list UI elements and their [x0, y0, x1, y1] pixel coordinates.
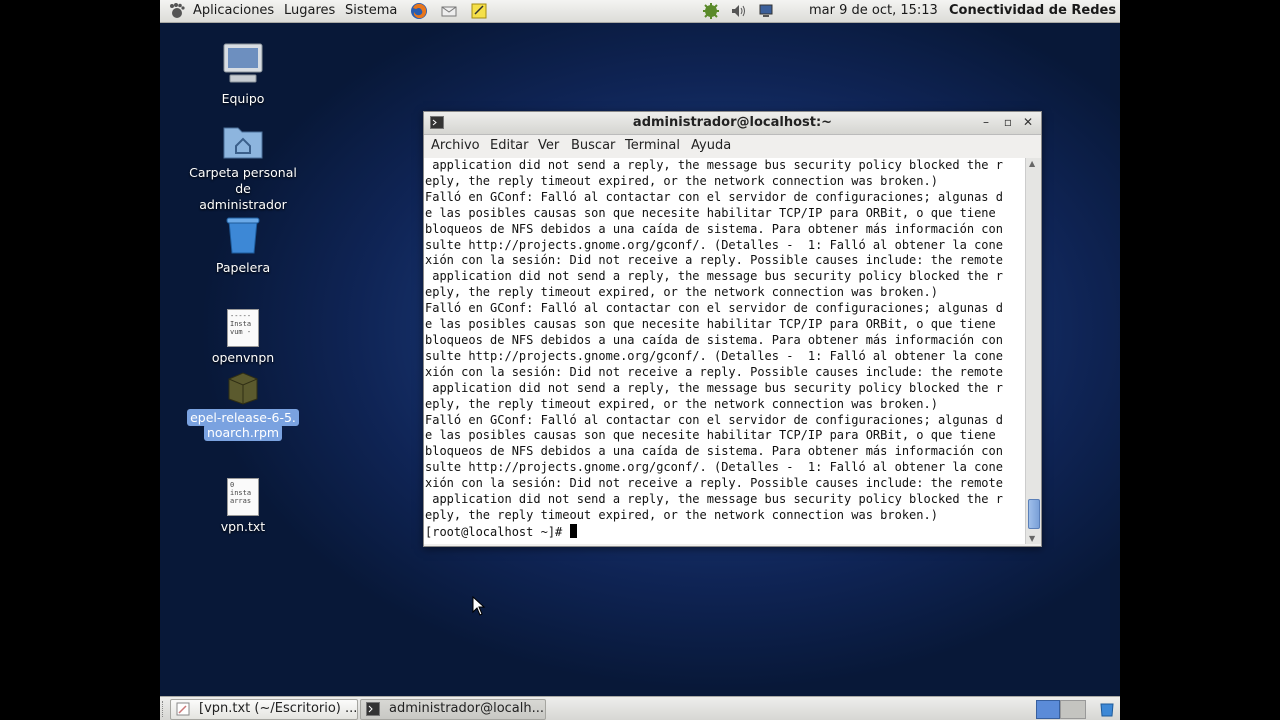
clock[interactable]: mar 9 de oct, 15:13: [809, 3, 938, 18]
scroll-down-icon[interactable]: ▼: [1029, 534, 1035, 543]
workspace-2[interactable]: [1060, 700, 1086, 719]
terminal-line: eply, the reply timeout expired, or the …: [425, 507, 938, 522]
maximize-icon[interactable]: ▫: [1001, 115, 1015, 129]
computer-icon: [223, 43, 263, 83]
menu-terminal[interactable]: Terminal: [625, 138, 680, 153]
close-icon[interactable]: ✕: [1021, 115, 1035, 129]
terminal-line: application did not send a reply, the me…: [425, 380, 1003, 395]
terminal-line: e las posibles causas son que necesite h…: [425, 428, 1003, 443]
desktop-icon-label: Papelera: [215, 260, 271, 275]
firefox-icon[interactable]: [410, 2, 428, 20]
bottom-panel: [vpn.txt (~/Escritorio) ... administrado…: [160, 696, 1120, 720]
top-panel: Aplicaciones Lugares Sistema mar 9 de oc…: [160, 0, 1120, 23]
menu-lugares[interactable]: Lugares: [284, 3, 335, 18]
menu-aplicaciones[interactable]: Aplicaciones: [193, 3, 274, 18]
terminal-line: xión con la sesión: Did not receive a re…: [425, 364, 1003, 379]
terminal-line: e las posibles causas son que necesite h…: [425, 205, 1003, 220]
terminal-output[interactable]: application did not send a reply, the me…: [424, 158, 1026, 544]
terminal-window[interactable]: administrador@localhost:~ – ▫ ✕ Archivo …: [423, 111, 1042, 547]
scroll-up-icon[interactable]: ▲: [1029, 159, 1035, 168]
prompt-text: [root@localhost ~]#: [425, 524, 570, 539]
home-folder-icon: [223, 127, 263, 159]
desktop-icon-label: vpn.txt: [220, 519, 266, 534]
desktop: Aplicaciones Lugares Sistema mar 9 de oc…: [160, 0, 1120, 720]
volume-icon[interactable]: [730, 2, 748, 20]
terminal-icon: [366, 702, 380, 716]
desktop-icon-label: administrador: [199, 197, 287, 212]
menu-ayuda[interactable]: Ayuda: [691, 138, 731, 153]
menu-archivo[interactable]: Archivo: [431, 138, 480, 153]
minimize-icon[interactable]: –: [979, 115, 993, 129]
desktop-icon-label: noarch.rpm: [203, 424, 283, 441]
cursor: [569, 523, 577, 538]
task-terminal[interactable]: administrador@localh...: [360, 699, 546, 720]
package-icon: [228, 372, 258, 405]
network-icon[interactable]: [758, 2, 776, 20]
terminal-titlebar[interactable]: administrador@localhost:~ – ▫ ✕: [424, 112, 1041, 135]
user-name[interactable]: Conectividad de Redes: [949, 3, 1116, 18]
menu-editar[interactable]: Editar: [490, 138, 529, 153]
notes-icon[interactable]: [470, 2, 488, 20]
terminal-line: eply, the reply timeout expired, or the …: [425, 285, 938, 300]
terminal-line: bloqueos de NFS debidos a una caída de s…: [425, 332, 1003, 347]
terminal-line: eply, the reply timeout expired, or the …: [425, 173, 938, 188]
terminal-line: bloqueos de NFS debidos a una caída de s…: [425, 221, 1003, 236]
text-file-icon: 0 insta arras: [227, 478, 259, 516]
workspace-1[interactable]: [1036, 700, 1060, 719]
desktop-icon-label: openvnpn: [211, 350, 275, 365]
terminal-line: sulte http://projects.gnome.org/gconf/. …: [425, 348, 1003, 363]
terminal-scrollbar[interactable]: ▲ ▼: [1025, 158, 1041, 544]
trash-icon: [226, 217, 260, 254]
terminal-line: e las posibles causas son que necesite h…: [425, 317, 1003, 332]
terminal-line: eply, the reply timeout expired, or the …: [425, 396, 938, 411]
terminal-line: Falló en GConf: Falló al contactar con e…: [425, 412, 1003, 427]
desktop-icon-equipo[interactable]: Equipo: [183, 42, 303, 107]
terminal-line: Falló en GConf: Falló al contactar con e…: [425, 301, 1003, 316]
terminal-line: bloqueos de NFS debidos a una caída de s…: [425, 444, 1003, 459]
desktop-icon-trash[interactable]: Papelera: [183, 213, 303, 276]
gnome-foot-icon: [170, 3, 185, 18]
terminal-line: xión con la sesión: Did not receive a re…: [425, 253, 1003, 268]
terminal-line: Falló en GConf: Falló al contactar con e…: [425, 189, 1003, 204]
window-title: administrador@localhost:~: [632, 115, 833, 130]
desktop-icon-vpn-txt[interactable]: 0 insta arras vpn.txt: [183, 478, 303, 535]
desktop-icon-label: Carpeta personal de: [189, 165, 297, 196]
desktop-icon-openvnpn[interactable]: ----- Insta vum - openvnpn: [183, 309, 303, 366]
terminal-line: application did not send a reply, the me…: [425, 269, 1003, 284]
menu-ver[interactable]: Ver: [538, 138, 559, 153]
scrollbar-thumb[interactable]: [1028, 499, 1040, 529]
desktop-icon-home[interactable]: Carpeta personal de administrador: [183, 122, 303, 213]
text-editor-icon: [176, 702, 190, 716]
menu-sistema[interactable]: Sistema: [345, 3, 397, 18]
terminal-line: sulte http://projects.gnome.org/gconf/. …: [425, 237, 1003, 252]
terminal-menubar: Archivo Editar Ver Buscar Terminal Ayuda: [424, 135, 1041, 157]
desktop-icon-epel-rpm[interactable]: epel-release-6-5. noarch.rpm: [183, 369, 303, 441]
task-label: administrador@localh...: [389, 701, 545, 716]
update-icon[interactable]: [702, 2, 720, 20]
mail-icon[interactable]: [440, 2, 458, 20]
mouse-pointer-icon: [472, 596, 486, 616]
terminal-line: xión con la sesión: Did not receive a re…: [425, 476, 1003, 491]
menu-buscar[interactable]: Buscar: [571, 138, 615, 153]
terminal-line: application did not send a reply, the me…: [425, 158, 1003, 172]
terminal-line: sulte http://projects.gnome.org/gconf/. …: [425, 460, 1003, 475]
task-vpn-txt[interactable]: [vpn.txt (~/Escritorio) ...: [170, 699, 358, 720]
task-label: [vpn.txt (~/Escritorio) ...: [199, 701, 358, 716]
terminal-line: application did not send a reply, the me…: [425, 492, 1003, 507]
text-file-icon: ----- Insta vum -: [227, 309, 259, 347]
trash-icon[interactable]: [1098, 701, 1116, 717]
terminal-prompt[interactable]: [root@localhost ~]#: [425, 523, 1026, 541]
desktop-icon-label: Equipo: [221, 91, 265, 106]
panel-handle: [162, 701, 165, 717]
